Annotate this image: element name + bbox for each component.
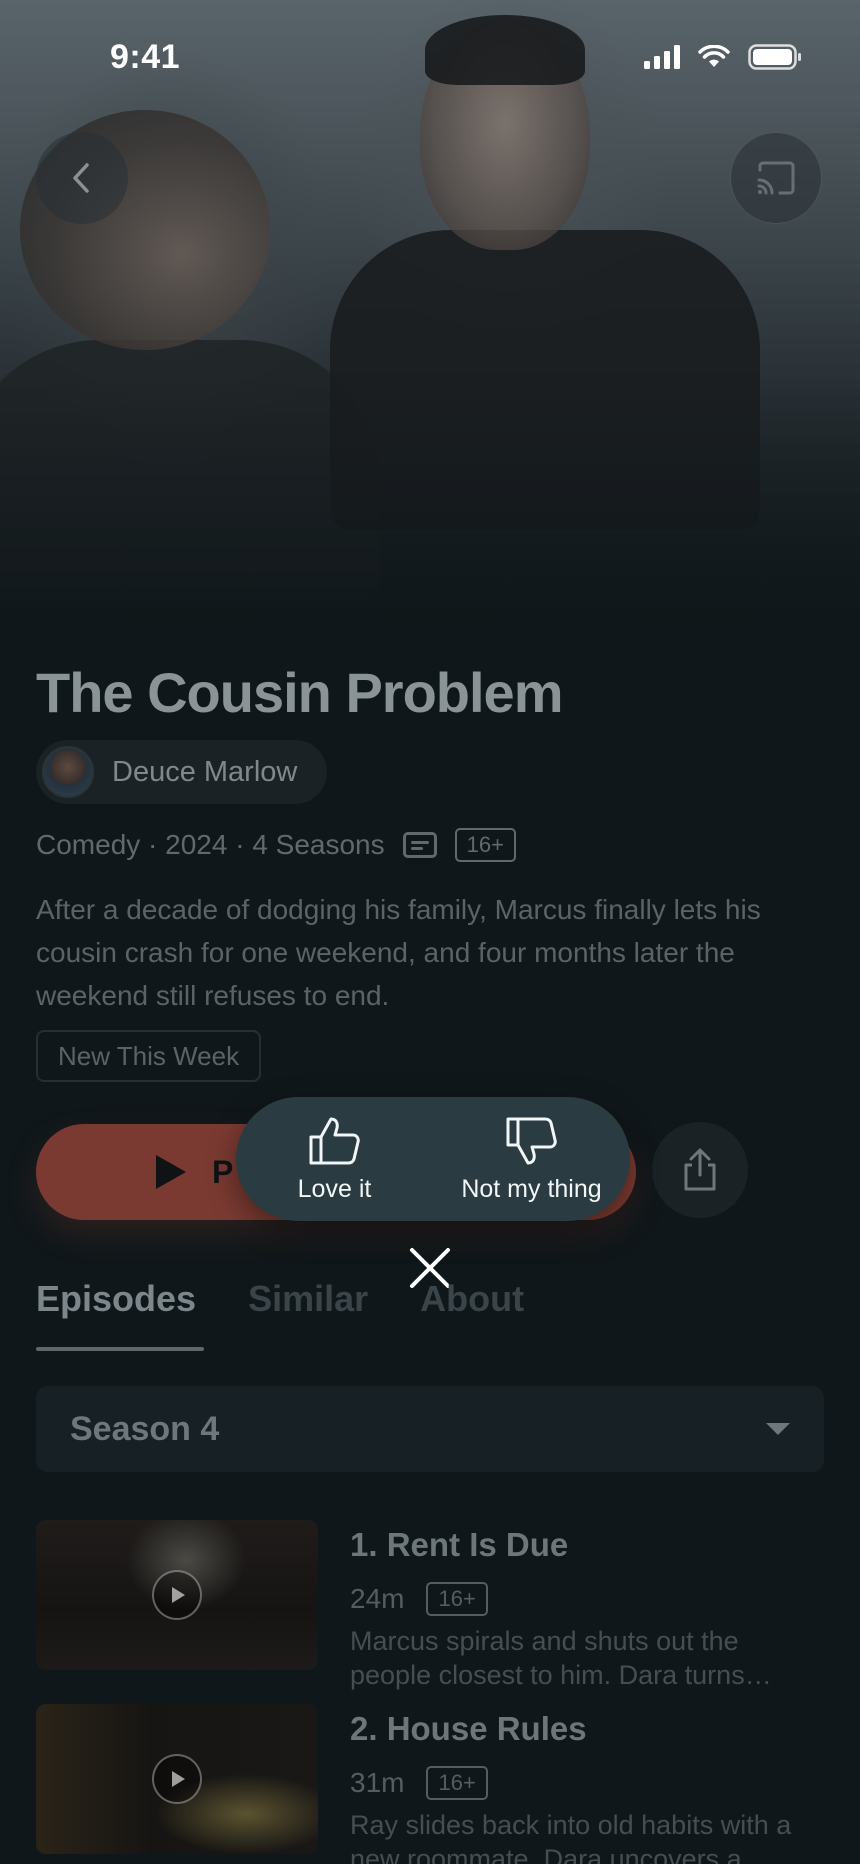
tab-episodes[interactable]: Episodes xyxy=(36,1278,196,1320)
thumbs-up-icon xyxy=(309,1117,360,1164)
play-circle-icon xyxy=(152,1754,202,1804)
episode-item[interactable]: 1. Rent Is Due 24m 16+ Marcus spirals an… xyxy=(36,1520,826,1690)
episode-rating-badge: 16+ xyxy=(426,1766,488,1800)
episode-description: Marcus spirals and shuts out the people … xyxy=(350,1626,772,1690)
chevron-left-icon xyxy=(73,163,89,193)
status-time: 9:41 xyxy=(110,38,181,76)
season-dropdown-value: Season 4 xyxy=(70,1409,220,1448)
cast-button[interactable] xyxy=(730,132,822,224)
show-synopsis: After a decade of dodging his family, Ma… xyxy=(36,894,761,1011)
cellular-signal-icon xyxy=(644,45,680,69)
genre-year-seasons: Comedy · 2024 · 4 Seasons xyxy=(36,829,385,860)
episode-rating-badge: 16+ xyxy=(426,1582,488,1616)
episode-meta: 31m 16+ xyxy=(350,1766,488,1800)
new-this-week-badge: New This Week xyxy=(36,1030,262,1082)
episode-item[interactable]: 2. House Rules 31m 16+ Ray slides back i… xyxy=(36,1704,826,1864)
creator-name: Deuce Marlow xyxy=(112,755,298,788)
share-icon xyxy=(684,1148,716,1191)
show-title: The Cousin Problem xyxy=(36,661,563,724)
episode-duration: 24m xyxy=(350,1583,405,1614)
episode-duration: 31m xyxy=(350,1767,405,1798)
rating-popup: Love it Not my thing xyxy=(236,1097,630,1221)
episode-title: 1. Rent Is Due xyxy=(350,1526,569,1563)
episode-title: 2. House Rules xyxy=(350,1710,587,1747)
love-it-label: Love it xyxy=(297,1174,372,1203)
play-icon xyxy=(156,1155,186,1189)
episode-meta: 24m 16+ xyxy=(350,1582,488,1616)
back-button[interactable] xyxy=(36,132,128,224)
thumbs-down-icon xyxy=(506,1117,557,1164)
creator-chip[interactable]: Deuce Marlow xyxy=(36,740,328,804)
active-tab-indicator xyxy=(36,1347,204,1351)
status-bar: 9:41 xyxy=(0,0,860,120)
creator-avatar xyxy=(42,746,94,798)
subtitles-icon xyxy=(402,832,437,858)
episode-thumbnail[interactable] xyxy=(36,1704,318,1854)
battery-icon xyxy=(748,44,801,70)
maturity-rating-badge: 16+ xyxy=(454,828,516,862)
love-it-button[interactable]: Love it xyxy=(236,1097,433,1221)
play-circle-icon xyxy=(152,1570,202,1620)
cast-icon xyxy=(757,161,795,195)
share-button[interactable] xyxy=(652,1122,748,1218)
tab-about[interactable]: About xyxy=(420,1278,524,1320)
not-my-thing-label: Not my thing xyxy=(461,1174,602,1203)
title-detail-screen: 9:41 The Cousin Problem Deuce Marlow Com… xyxy=(0,0,860,1864)
status-icons xyxy=(644,44,802,70)
episode-description: Ray slides back into old habits with a n… xyxy=(350,1810,792,1864)
not-my-thing-button[interactable]: Not my thing xyxy=(433,1097,630,1221)
show-meta: Comedy · 2024 · 4 Seasons 16+ xyxy=(36,828,516,862)
play-button-label: P xyxy=(212,1153,234,1190)
caret-down-icon xyxy=(766,1423,790,1435)
tab-similar[interactable]: Similar xyxy=(248,1278,368,1320)
episode-thumbnail[interactable] xyxy=(36,1520,318,1670)
wifi-icon xyxy=(698,45,730,67)
season-dropdown[interactable]: Season 4 xyxy=(36,1386,824,1472)
content-tabs: Episodes Similar About xyxy=(36,1278,524,1320)
